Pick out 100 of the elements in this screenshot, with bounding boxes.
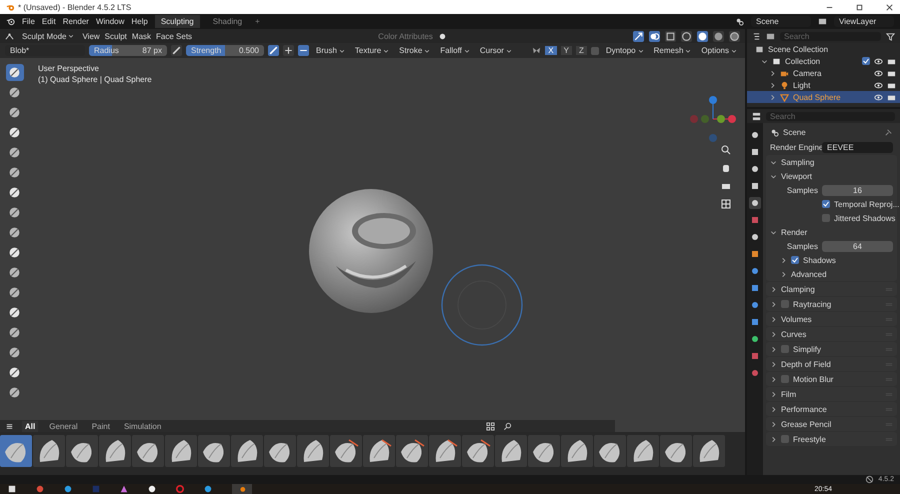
messenger-icon[interactable]	[64, 485, 72, 493]
chevron-icon[interactable]	[770, 346, 777, 352]
subpanel-title[interactable]: Advanced	[791, 270, 827, 278]
chevron-icon[interactable]	[770, 158, 777, 166]
menu-item[interactable]: Render	[62, 17, 89, 26]
menu-item[interactable]: File	[22, 17, 35, 26]
blender-logo-icon[interactable]	[6, 17, 15, 26]
browser-icon[interactable]	[36, 485, 44, 493]
properties-tab-icon[interactable]	[749, 316, 761, 328]
outliner-row[interactable]: Camera	[747, 67, 900, 79]
option-checkbox[interactable]	[822, 200, 830, 208]
properties-tab-icon[interactable]	[749, 282, 761, 294]
render-engine-dropdown[interactable]: EEVEE	[822, 142, 893, 152]
chevron-icon[interactable]	[761, 58, 768, 64]
rendered-shading-icon[interactable]	[729, 30, 740, 42]
brush-thumbnail[interactable]	[66, 435, 98, 467]
symmetry-axis-toggle[interactable]: Z	[576, 46, 587, 55]
dyntopo-dropdown[interactable]: Dyntopo	[606, 46, 636, 55]
subpanel-title[interactable]: Render	[781, 228, 808, 236]
menu-dropdown[interactable]: Stroke	[399, 46, 422, 55]
panel-checkbox[interactable]	[781, 300, 789, 308]
browser-icon[interactable]	[176, 485, 184, 493]
search-icon[interactable]	[503, 422, 512, 430]
panel-checkbox[interactable]	[781, 435, 789, 443]
overlay-toggle-icon[interactable]	[649, 30, 660, 42]
eye-icon[interactable]	[874, 56, 883, 66]
chevron-icon[interactable]	[770, 286, 777, 292]
brush-thumbnail[interactable]	[297, 435, 329, 467]
properties-tab-icon[interactable]	[749, 163, 761, 175]
messenger-icon[interactable]	[204, 485, 212, 493]
outliner-row[interactable]: Light	[747, 79, 900, 91]
eye-icon[interactable]	[874, 68, 883, 78]
menu-item[interactable]: Mask	[132, 32, 152, 40]
eye-icon[interactable]	[874, 80, 883, 90]
outliner-item[interactable]: Light	[793, 80, 810, 90]
brush-thumbnail[interactable]	[495, 435, 527, 467]
panel-title[interactable]: Motion Blur	[793, 374, 834, 384]
brush-thumbnail[interactable]	[396, 435, 428, 467]
symmetry-axis-toggle[interactable]: X	[545, 46, 557, 55]
close-icon[interactable]	[885, 2, 894, 12]
outliner-item[interactable]: Quad Sphere	[793, 92, 841, 102]
brush-thumbnail[interactable]	[165, 435, 197, 467]
properties-tab-icon[interactable]	[749, 299, 761, 311]
samples-field[interactable]: 64	[822, 240, 893, 252]
filter-view-icon[interactable]	[766, 32, 775, 40]
panel-title[interactable]: Freestyle	[793, 434, 826, 444]
brush-thumbnail[interactable]	[462, 435, 494, 467]
add-icon[interactable]	[283, 45, 294, 56]
chevron-icon[interactable]	[770, 228, 777, 236]
chevron-icon[interactable]	[770, 300, 777, 308]
xray-toggle-icon[interactable]	[665, 30, 676, 42]
panel-title[interactable]: Clamping	[781, 284, 815, 294]
menu-item[interactable]: Face Sets	[156, 32, 192, 40]
shelf-tab[interactable]: General	[46, 420, 81, 432]
menu-item[interactable]: View	[82, 32, 100, 40]
scene-icon[interactable]	[735, 17, 744, 26]
brush-thumbnail[interactable]	[99, 435, 131, 467]
samples-field[interactable]: 16	[822, 184, 893, 196]
properties-tab-icon[interactable]	[749, 129, 761, 141]
brush-thumbnail[interactable]	[0, 435, 32, 467]
app-icon[interactable]	[148, 485, 156, 493]
butterfly-icon[interactable]	[532, 46, 542, 55]
grid-icon[interactable]	[720, 198, 732, 210]
symmetry-axis-toggle[interactable]: Y	[560, 46, 572, 55]
panel-title[interactable]: Volumes	[781, 314, 812, 324]
workspace-tab[interactable]: Sculpting	[154, 15, 200, 28]
properties-tab-icon[interactable]	[749, 248, 761, 260]
add-workspace-button[interactable]: +	[255, 17, 260, 26]
brush-thumbnail[interactable]	[198, 435, 230, 467]
subpanel-title[interactable]: Shadows	[803, 256, 836, 264]
outliner-item[interactable]: Collection	[785, 56, 820, 66]
properties-tab-icon[interactable]	[749, 265, 761, 277]
chevron-icon[interactable]	[770, 406, 777, 412]
chevron-icon[interactable]	[770, 360, 777, 368]
brush-thumbnail[interactable]	[33, 435, 65, 467]
chevron-icon[interactable]	[770, 316, 777, 322]
zoom-icon[interactable]	[720, 144, 732, 156]
menu-dropdown[interactable]: Options	[701, 46, 729, 55]
menu-item[interactable]: Edit	[42, 17, 56, 26]
subpanel-title[interactable]: Viewport	[781, 172, 812, 180]
shelf-tab[interactable]: Simulation	[120, 420, 164, 432]
blender-app-icon[interactable]	[232, 484, 252, 494]
viewlayer-field[interactable]: ViewLayer	[834, 16, 894, 27]
panel-title[interactable]: Curves	[781, 330, 806, 338]
menu-dropdown[interactable]: Cursor	[480, 46, 504, 55]
outliner-item[interactable]: Scene Collection	[768, 44, 828, 54]
dyntopo-checkbox[interactable]	[590, 46, 599, 54]
brush-preset-field[interactable]: Blob*	[5, 45, 85, 56]
maximize-icon[interactable]	[855, 2, 864, 12]
chevron-icon[interactable]	[770, 330, 777, 338]
panel-title[interactable]: Sampling	[781, 158, 814, 166]
panel-title[interactable]: Film	[781, 390, 796, 398]
menu-item[interactable]: Help	[131, 17, 148, 26]
option-checkbox[interactable]	[791, 256, 799, 264]
editor-type-icon[interactable]	[752, 112, 761, 120]
properties-tab-icon[interactable]	[749, 333, 761, 345]
menu-dropdown[interactable]: Texture	[354, 46, 382, 55]
menu-dropdown[interactable]: Brush	[316, 46, 337, 55]
menu-item[interactable]: Sculpt	[104, 32, 127, 40]
option-checkbox[interactable]	[822, 214, 830, 222]
